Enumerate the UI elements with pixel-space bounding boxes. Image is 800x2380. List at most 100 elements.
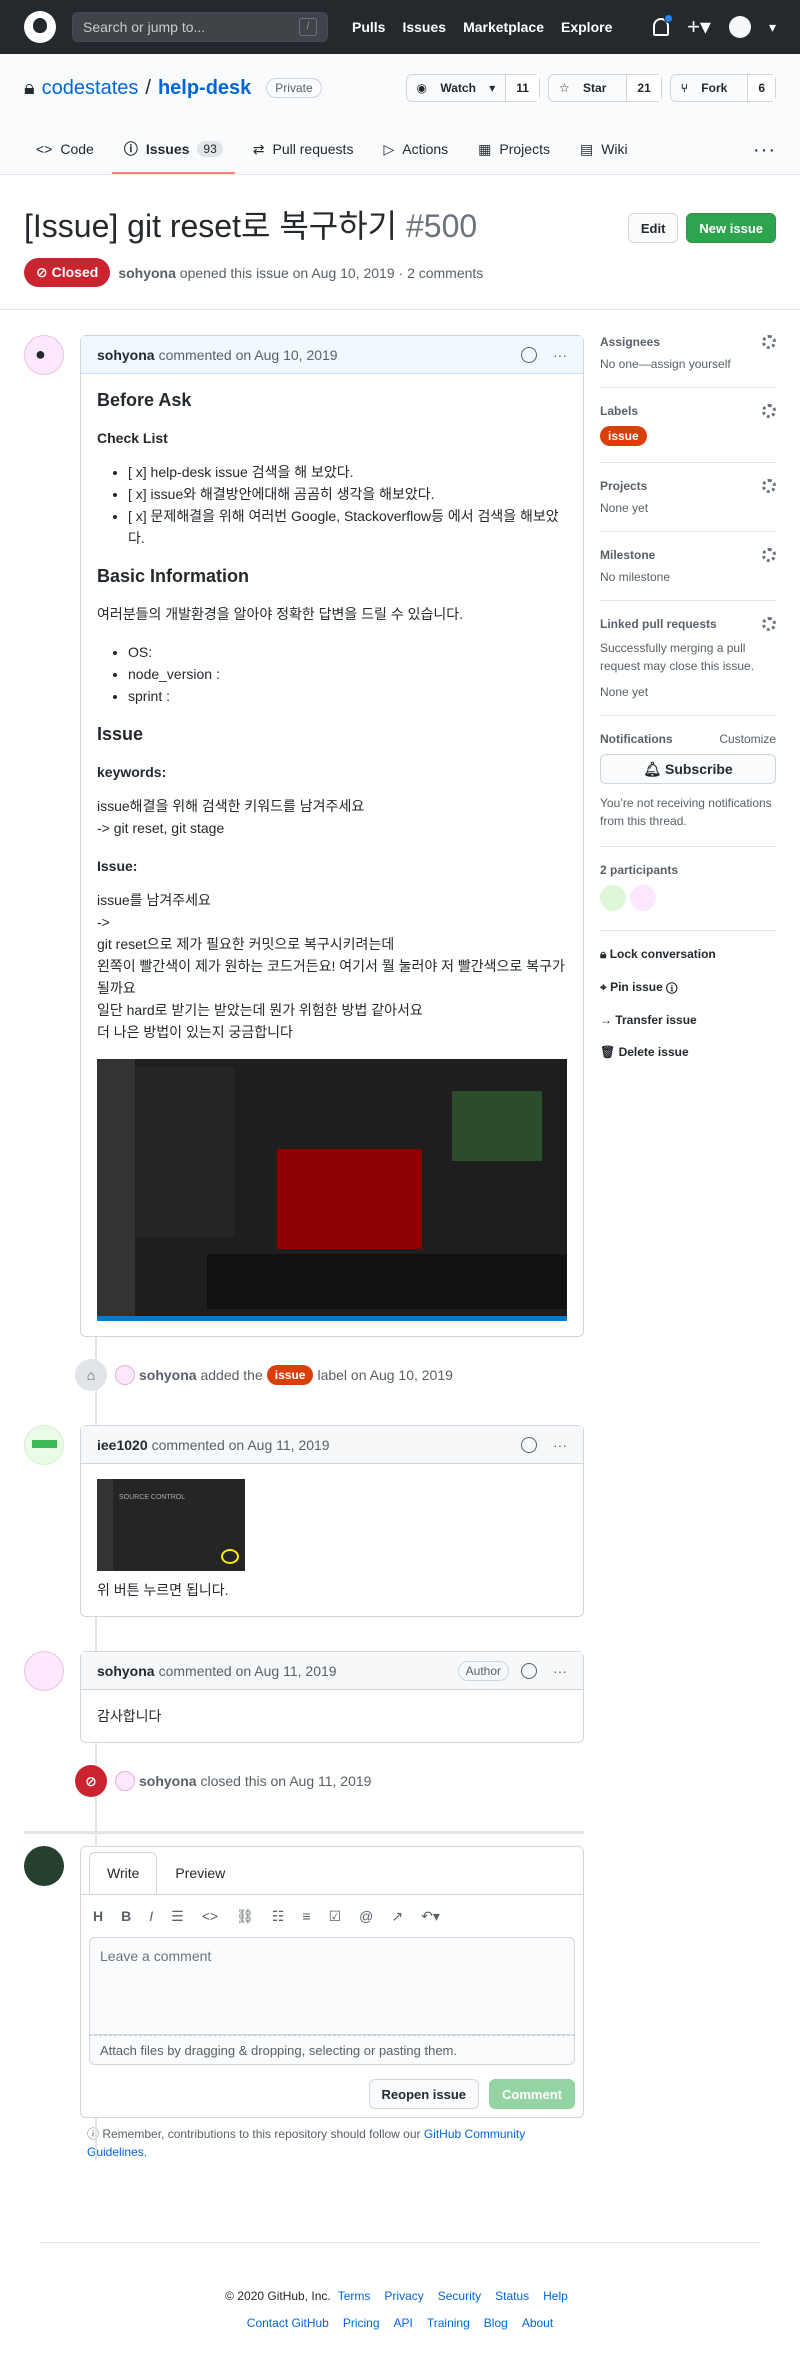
play-icon: ▷: [383, 140, 395, 157]
emoji-reaction-icon[interactable]: [521, 346, 537, 363]
author-avatar[interactable]: [24, 1425, 64, 1465]
link-icon[interactable]: ⛓: [236, 1908, 254, 1925]
label-badge[interactable]: issue: [266, 1365, 314, 1385]
new-issue-button[interactable]: New issue: [686, 213, 776, 243]
gear-icon[interactable]: [762, 335, 776, 349]
more-options-icon[interactable]: ···: [753, 139, 776, 162]
api-link[interactable]: API: [394, 2316, 413, 2330]
participant-avatar[interactable]: [630, 885, 656, 911]
page-title: [Issue] git reset로 복구하기 #500: [24, 208, 478, 244]
security-link[interactable]: Security: [438, 2289, 481, 2303]
quote-icon[interactable]: ☰: [171, 1908, 184, 1925]
comment-options-icon[interactable]: ···: [553, 347, 567, 363]
community-guidelines-note: ⓘ Remember, contributions to this reposi…: [87, 2127, 526, 2159]
owner-link[interactable]: codestates: [42, 77, 139, 100]
tab-actions[interactable]: ▷ Actions: [371, 126, 460, 174]
author-comment: sohyona commented on Aug 11, 2019 Author ··…: [24, 1651, 584, 1743]
create-new-icon[interactable]: +▾: [687, 16, 711, 38]
heading-icon[interactable]: H: [93, 1908, 103, 1924]
tab-wiki[interactable]: ▤ Wiki: [568, 126, 640, 174]
italic-icon[interactable]: I: [149, 1908, 153, 1924]
watch-button[interactable]: ◉ Watch ▾ 11: [405, 74, 540, 102]
pricing-link[interactable]: Pricing: [343, 2316, 380, 2330]
lock-icon: 🔒︎: [24, 76, 35, 99]
project-icon: ▦: [478, 140, 492, 157]
watch-count[interactable]: 11: [505, 75, 539, 101]
code-icon[interactable]: <>: [202, 1908, 218, 1924]
gear-icon[interactable]: [762, 479, 776, 493]
lock-conversation-link[interactable]: 🔒︎ Lock conversation: [600, 947, 776, 962]
transfer-issue-link[interactable]: → Transfer issue: [600, 1013, 776, 1027]
gear-icon[interactable]: [762, 404, 776, 418]
blog-link[interactable]: Blog: [484, 2316, 508, 2330]
terms-link[interactable]: Terms: [338, 2289, 371, 2303]
chevron-down-icon[interactable]: ▾: [769, 19, 776, 36]
event-avatar[interactable]: [115, 1365, 135, 1385]
event-avatar[interactable]: [115, 1771, 135, 1791]
file-attachment-area[interactable]: Attach files by dragging & dropping, sel…: [89, 2035, 575, 2065]
tab-projects[interactable]: ▦ Projects: [466, 126, 562, 174]
contact-link[interactable]: Contact GitHub: [247, 2316, 329, 2330]
star-count[interactable]: 21: [626, 75, 661, 101]
marketplace-link[interactable]: Marketplace: [463, 19, 544, 35]
star-button[interactable]: ☆ Star 21: [547, 74, 662, 102]
emoji-reaction-icon[interactable]: [521, 1436, 537, 1453]
bullet-list-icon[interactable]: ☷: [272, 1908, 285, 1925]
issue-author[interactable]: sohyona: [118, 265, 176, 281]
vscode-screenshot-image[interactable]: [97, 1059, 567, 1321]
source-control-image[interactable]: SOURCE CONTROL: [97, 1479, 245, 1571]
mention-icon[interactable]: @: [359, 1908, 373, 1924]
about-link[interactable]: About: [522, 2316, 553, 2330]
pull-request-icon: ⇄: [252, 140, 265, 157]
help-link[interactable]: Help: [543, 2289, 568, 2303]
gear-icon[interactable]: [762, 548, 776, 562]
training-link[interactable]: Training: [427, 2316, 470, 2330]
comment-options-icon[interactable]: ···: [553, 1663, 567, 1679]
edit-button[interactable]: Edit: [627, 213, 679, 243]
tab-pull-requests[interactable]: ⇄ Pull requests: [241, 126, 366, 174]
delete-issue-link[interactable]: 🗑︎ Delete issue: [600, 1045, 776, 1059]
fork-button[interactable]: ⑂ Fork 6: [669, 74, 776, 102]
bold-icon[interactable]: B: [121, 1908, 131, 1924]
participant-avatar[interactable]: [600, 885, 626, 911]
repository-link[interactable]: help-desk: [158, 77, 251, 99]
author-avatar[interactable]: ●: [24, 335, 64, 375]
comment-button[interactable]: Comment: [489, 2079, 575, 2109]
notifications-bell-icon[interactable]: [653, 14, 674, 36]
status-link[interactable]: Status: [495, 2289, 529, 2303]
bell-icon: 🔔︎: [643, 760, 665, 777]
reference-icon[interactable]: ↗: [391, 1908, 403, 1925]
reply-icon[interactable]: ↶▾: [421, 1908, 440, 1925]
explore-link[interactable]: Explore: [561, 19, 612, 35]
comment-textarea[interactable]: Leave a comment: [89, 1937, 575, 2035]
assign-yourself-link[interactable]: No one—assign yourself: [600, 357, 776, 371]
fork-icon: ⑂ Fork: [680, 81, 728, 95]
issues-link[interactable]: Issues: [402, 19, 446, 35]
task-list-icon[interactable]: ☑: [329, 1908, 342, 1925]
issue-sidebar: Assignees No one—assign yourself Labels is…: [600, 335, 776, 1059]
author-avatar[interactable]: [24, 1651, 64, 1691]
pin-issue-link[interactable]: ⌖ Pin issue ⓘ: [600, 980, 776, 995]
top-nav-links: Pulls Issues Marketplace Explore: [352, 19, 612, 35]
current-user-avatar[interactable]: [24, 1846, 64, 1886]
numbered-list-icon[interactable]: ≡: [302, 1908, 310, 1924]
user-avatar[interactable]: [728, 16, 751, 38]
reopen-issue-button[interactable]: Reopen issue: [368, 2079, 480, 2109]
repository-title: 🔒︎ codestates / help-desk Private: [24, 77, 322, 100]
tab-issues[interactable]: ⓘ Issues 93: [111, 126, 235, 174]
fork-count[interactable]: 6: [747, 75, 775, 101]
github-logo-icon[interactable]: [24, 11, 56, 43]
pulls-link[interactable]: Pulls: [352, 19, 385, 35]
write-tab[interactable]: Write: [89, 1852, 158, 1894]
search-input[interactable]: Search or jump to... /: [72, 12, 328, 42]
tag-icon: ⌂: [75, 1359, 107, 1391]
comment-options-icon[interactable]: ···: [553, 1437, 567, 1453]
customize-link[interactable]: Customize: [719, 732, 776, 746]
tab-code[interactable]: <> Code: [24, 126, 106, 174]
emoji-reaction-icon[interactable]: [521, 1662, 537, 1679]
preview-tab[interactable]: Preview: [157, 1852, 243, 1894]
privacy-link[interactable]: Privacy: [384, 2289, 423, 2303]
subscribe-button[interactable]: 🔔︎ Subscribe: [600, 754, 776, 784]
sidebar-label-badge[interactable]: issue: [600, 426, 647, 446]
gear-icon[interactable]: [762, 617, 776, 631]
